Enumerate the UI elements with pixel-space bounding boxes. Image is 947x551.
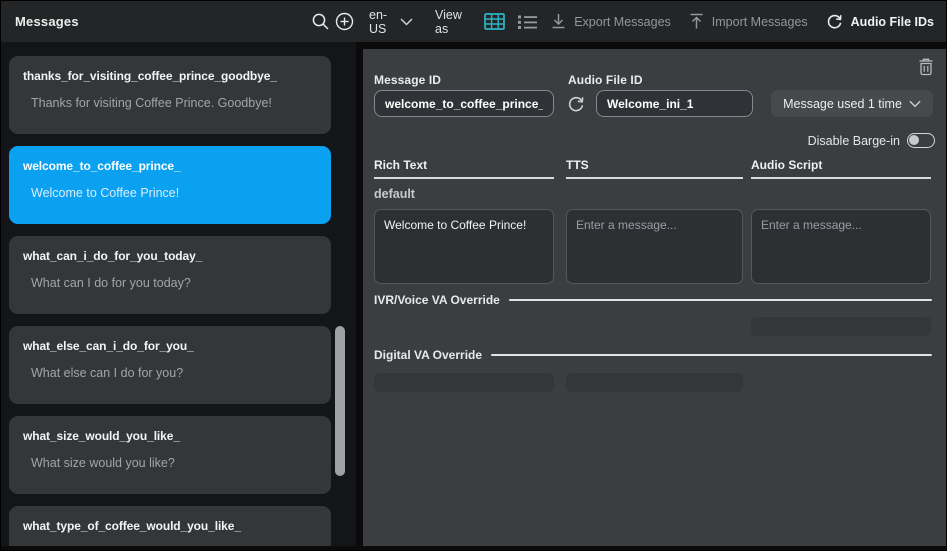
export-messages-button[interactable]: Export Messages (551, 13, 671, 30)
ivr-voice-override-section: IVR/Voice VA Override (374, 293, 932, 307)
digital-va-override-section: Digital VA Override (374, 348, 932, 362)
section-divider-line (491, 354, 932, 356)
digital-va-override-label: Digital VA Override (374, 348, 483, 362)
window-bottom-edge (1, 546, 946, 550)
list-scrollbar[interactable] (335, 326, 345, 476)
section-divider-line (508, 299, 932, 301)
barge-in-row: Disable Barge-in (808, 133, 935, 148)
refresh-icon (567, 95, 585, 113)
add-message-button[interactable] (333, 11, 355, 33)
message-card-text: What can I do for you today? (31, 276, 191, 290)
disable-barge-in-toggle[interactable] (907, 133, 935, 148)
chevron-down-icon (400, 17, 413, 26)
message-card-text: Thanks for visiting Coffee Prince. Goodb… (31, 96, 272, 110)
upload-icon (689, 13, 704, 30)
message-card-text: Welcome to Coffee Prince! (31, 186, 180, 200)
list-view-icon (517, 14, 538, 30)
message-list-panel: thanks_for_visiting_coffee_prince_goodby… (1, 42, 356, 546)
delete-message-button[interactable] (916, 56, 936, 78)
view-as-label: View as (435, 7, 462, 36)
download-icon (551, 13, 566, 30)
import-messages-button[interactable]: Import Messages (689, 13, 808, 30)
column-header-tts: TTS (566, 158, 743, 179)
audio-file-ids-button[interactable]: Audio File IDs (826, 13, 934, 30)
message-card[interactable]: welcome_to_coffee_prince_ Welcome to Cof… (9, 146, 331, 224)
export-messages-label: Export Messages (574, 14, 671, 29)
message-card-id: welcome_to_coffee_prince_ (23, 159, 181, 173)
top-bar-right: en-US View as Export Messages Import Mes… (363, 7, 946, 36)
top-bar: Messages en-US View as Export Messages I… (1, 1, 946, 42)
disable-barge-in-label: Disable Barge-in (807, 133, 900, 148)
ivr-voice-override-label: IVR/Voice VA Override (374, 293, 500, 307)
message-usage-dropdown[interactable]: Message used 1 time (771, 90, 933, 117)
top-bar-left: Messages (1, 11, 363, 33)
message-card-id: thanks_for_visiting_coffee_prince_goodby… (23, 69, 277, 83)
message-card-text: What size would you like? (31, 456, 175, 470)
ivr-audio-script-placeholder[interactable] (751, 317, 931, 336)
message-id-input[interactable] (374, 90, 554, 117)
message-card-id: what_else_can_i_do_for_you_ (23, 339, 194, 353)
audio-file-id-input[interactable] (596, 90, 753, 117)
message-card[interactable]: what_type_of_coffee_would_you_like_ What… (9, 506, 331, 546)
message-card-id: what_size_would_you_like_ (23, 429, 180, 443)
message-id-label: Message ID (374, 73, 442, 87)
audio-script-input[interactable] (751, 209, 931, 284)
message-card-id: what_can_i_do_for_you_today_ (23, 249, 203, 263)
message-card[interactable]: what_else_can_i_do_for_you_ What else ca… (9, 326, 331, 404)
column-header-audio-script: Audio Script (751, 158, 931, 179)
refresh-icon (826, 13, 843, 30)
digital-tts-placeholder[interactable] (566, 373, 743, 392)
grid-view-icon (484, 13, 506, 30)
panel-divider (356, 42, 363, 546)
toggle-knob (909, 135, 919, 145)
audio-file-ids-label: Audio File IDs (850, 14, 934, 29)
chevron-down-icon (909, 100, 921, 108)
messages-app-window: Messages en-US View as Export Messages I… (0, 0, 947, 551)
view-grid-toggle[interactable] (484, 13, 506, 30)
import-messages-label: Import Messages (711, 14, 808, 29)
digital-rich-text-placeholder[interactable] (374, 373, 554, 392)
message-usage-label: Message used 1 time (783, 96, 902, 111)
search-icon (311, 12, 330, 31)
column-header-rich-text: Rich Text (374, 158, 554, 179)
message-detail-panel: Message ID Audio File ID Message used 1 … (363, 49, 946, 546)
locale-selector[interactable]: en-US (369, 8, 413, 36)
language-group-label: default (374, 187, 415, 201)
rich-text-input[interactable]: Welcome to Coffee Prince! (374, 209, 554, 284)
view-list-toggle[interactable] (517, 14, 538, 30)
refresh-audio-id-button[interactable] (567, 95, 585, 113)
page-title: Messages (15, 14, 79, 29)
trash-icon (918, 58, 934, 76)
locale-value: en-US (369, 7, 388, 36)
tts-input[interactable] (566, 209, 743, 284)
message-card[interactable]: what_can_i_do_for_you_today_ What can I … (9, 236, 331, 314)
message-card-text: What else can I do for you? (31, 366, 184, 380)
message-list: thanks_for_visiting_coffee_prince_goodby… (1, 56, 356, 546)
plus-circle-icon (335, 12, 354, 31)
message-card[interactable]: what_size_would_you_like_ What size woul… (9, 416, 331, 494)
search-button[interactable] (309, 11, 331, 33)
audio-file-id-label: Audio File ID (568, 73, 643, 87)
message-card[interactable]: thanks_for_visiting_coffee_prince_goodby… (9, 56, 331, 134)
message-card-id: what_type_of_coffee_would_you_like_ (23, 519, 241, 533)
